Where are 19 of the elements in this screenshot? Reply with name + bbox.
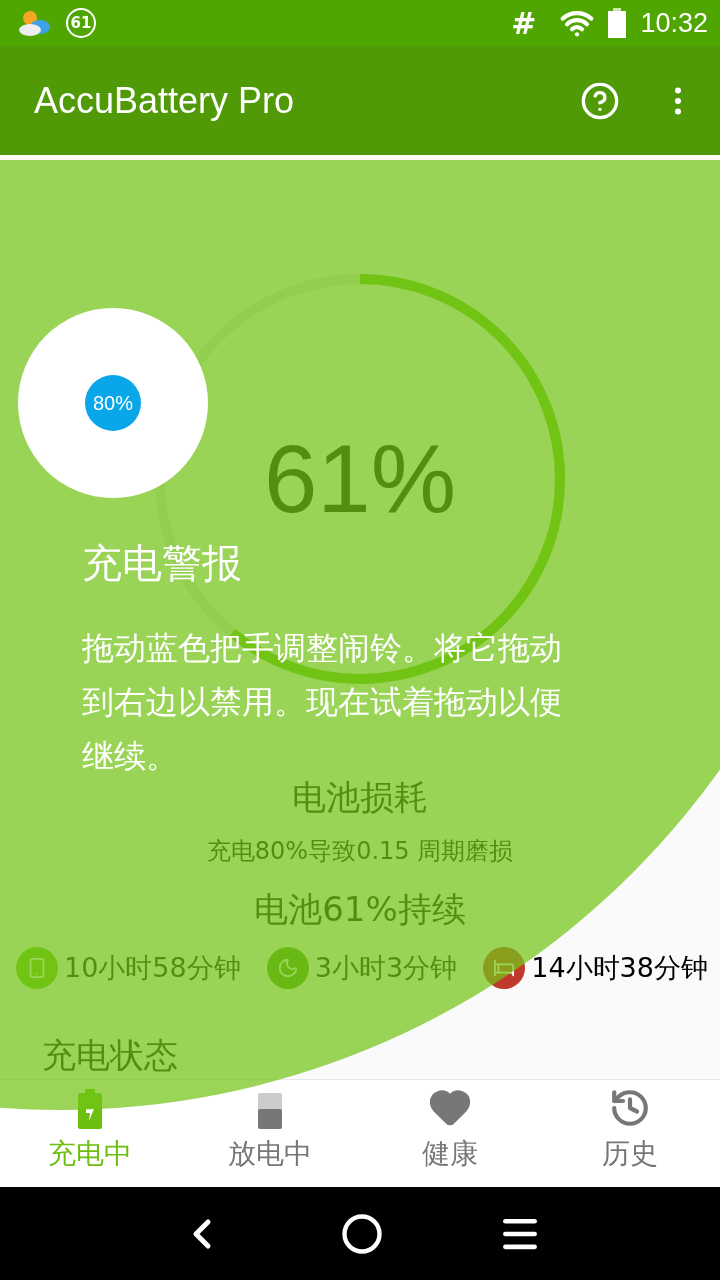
weather-icon bbox=[18, 9, 52, 38]
wear-detail: 充电80%导致0.15 周期磨损 bbox=[206, 835, 514, 867]
alarm-handle[interactable]: 80% bbox=[85, 375, 141, 431]
section-title: 充电状态 bbox=[42, 1033, 178, 1077]
duration-text: 14小时38分钟 bbox=[531, 950, 708, 985]
showcase-title: 充电警报 bbox=[82, 539, 243, 588]
wear-title: 电池损耗 bbox=[292, 775, 428, 819]
help-icon[interactable] bbox=[580, 80, 620, 121]
estimate-title: 电池61%持续 bbox=[254, 887, 466, 931]
charge-percent: 61% bbox=[263, 423, 457, 534]
duration-text: 10小时58分钟 bbox=[64, 950, 241, 985]
showcase-description: 拖动蓝色把手调整闹铃。将它拖动到右边以禁用。现在试着拖动以便继续。 bbox=[82, 628, 563, 777]
app-title: AccuBattery Pro bbox=[34, 79, 295, 122]
notification-badge: 61 bbox=[66, 8, 96, 39]
home-icon bbox=[341, 1212, 383, 1255]
duration-text: 3小时3分钟 bbox=[314, 950, 458, 985]
battery-status-icon bbox=[608, 8, 627, 39]
clock-time: 10:32 bbox=[640, 7, 708, 39]
signal-text: # bbox=[511, 5, 537, 41]
